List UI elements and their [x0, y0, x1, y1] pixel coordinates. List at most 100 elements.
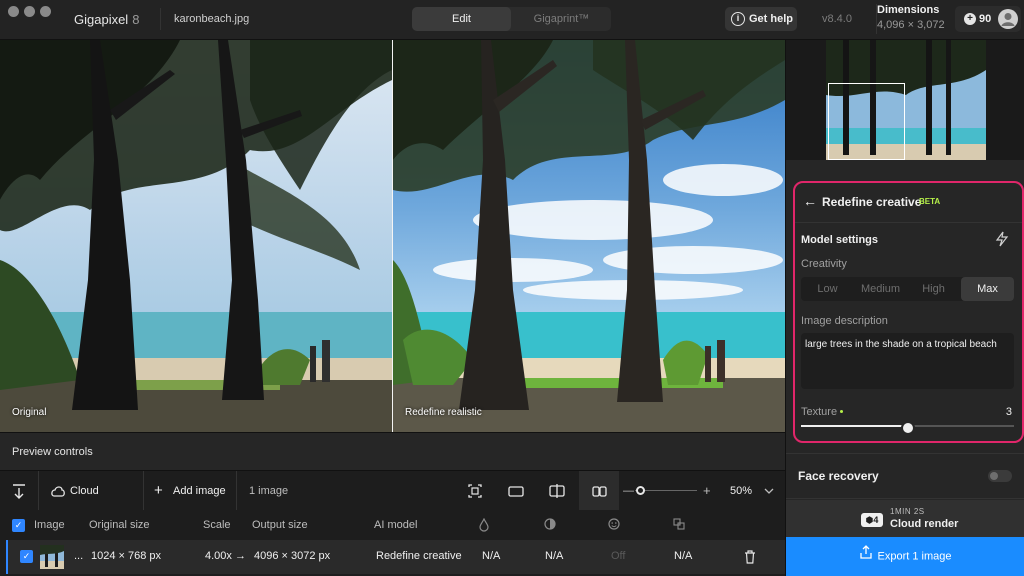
cell-scale: 4.00x → — [205, 550, 246, 562]
enhanced-image — [393, 40, 785, 432]
credits-button[interactable]: + 90 — [955, 6, 1021, 32]
cloud-credits-badge: ⬢4 — [861, 513, 883, 527]
cell-original-size: 1024 × 768 px — [91, 550, 162, 562]
app-name: Gigapixel — [74, 12, 129, 27]
texture-label: Texture — [801, 406, 838, 418]
cell-layers: N/A — [674, 550, 693, 562]
creativity-medium[interactable]: Medium — [854, 277, 907, 301]
divider — [160, 8, 161, 30]
texture-slider-thumb[interactable] — [900, 421, 915, 435]
panel-title: Redefine creative — [822, 195, 922, 209]
divider — [38, 471, 39, 511]
focus-frame-icon — [468, 484, 482, 498]
add-image-button[interactable]: + Add image — [154, 471, 226, 511]
col-scale: Scale — [203, 519, 231, 531]
cloud-queue-button[interactable]: Cloud queue — [50, 471, 132, 537]
zoom-thumb[interactable] — [636, 486, 645, 495]
face-recovery-row[interactable]: Face recovery — [786, 453, 1024, 499]
chevron-down-icon[interactable] — [764, 471, 774, 511]
toggle-knob — [990, 472, 998, 480]
zoom-level[interactable]: 50% — [730, 471, 752, 511]
tab-edit[interactable]: Edit — [412, 7, 511, 31]
zoom-out-icon[interactable]: — — [623, 471, 634, 511]
zoom-slider[interactable]: — + — [623, 471, 713, 511]
split-view-icon — [549, 484, 565, 498]
texture-indicator — [840, 410, 843, 413]
minimize-window-button[interactable] — [24, 6, 35, 17]
fit-view-button[interactable] — [468, 471, 484, 511]
cloud-icon — [51, 486, 65, 497]
creativity-max[interactable]: Max — [961, 277, 1014, 301]
face-recovery-label: Face recovery — [798, 469, 879, 483]
original-image — [0, 40, 392, 432]
cell-denoise: N/A — [482, 550, 501, 562]
close-window-button[interactable] — [8, 6, 19, 17]
plus-icon: + — [964, 13, 976, 25]
app-title: Gigapixel 8 — [74, 12, 139, 27]
zoom-window-button[interactable] — [40, 6, 51, 17]
cell-sharpen: N/A — [545, 550, 564, 562]
creativity-high[interactable]: High — [907, 277, 960, 301]
settings-panel: ← Redefine creative BETA Model settings … — [785, 40, 1024, 576]
face-recovery-toggle[interactable] — [988, 470, 1012, 482]
navigator-image — [786, 40, 1024, 160]
download-icon — [13, 484, 25, 499]
side-by-side-view-button[interactable] — [579, 471, 619, 511]
table-row[interactable]: ✓ ... 1024 × 768 px 4.00x → 4096 × 3072 … — [6, 540, 785, 574]
enhanced-preview[interactable]: Redefine realistic — [393, 40, 785, 432]
credit-count: 90 — [979, 13, 992, 25]
panel-header: ← Redefine creative BETA — [795, 183, 1022, 223]
layers-icon — [673, 518, 685, 530]
image-thumbnail[interactable] — [40, 545, 64, 569]
navigator-thumbnail[interactable] — [786, 40, 1024, 160]
model-settings-title: Model settings — [801, 234, 879, 246]
image-description-input[interactable]: large trees in the shade on a tropical b… — [801, 333, 1014, 389]
get-help-button[interactable]: i Get help — [725, 7, 797, 31]
texture-value: 3 — [1005, 406, 1012, 418]
dimensions-info: Dimensions 4,096 × 3,072 — [876, 4, 952, 34]
select-all-checkbox[interactable]: ✓ — [12, 519, 25, 532]
preview-controls-header[interactable]: Preview controls — [0, 432, 785, 470]
navigator-viewport[interactable] — [828, 83, 905, 160]
avatar[interactable] — [998, 9, 1018, 29]
cloud-render-time: 1MIN 2S — [890, 507, 925, 516]
single-view-icon — [508, 486, 524, 497]
divider — [236, 471, 237, 511]
preview-area[interactable]: Original Redefine realistic — [0, 40, 785, 432]
creativity-low[interactable]: Low — [801, 277, 854, 301]
cloud-credits-count: 4 — [873, 515, 879, 525]
dimensions-value: 4,096 × 3,072 — [877, 19, 945, 31]
cloud-render-label: Cloud render — [890, 518, 959, 530]
original-label: Original — [12, 407, 47, 418]
redefine-creative-panel: ← Redefine creative BETA Model settings … — [793, 181, 1024, 443]
single-view-button[interactable] — [508, 471, 524, 511]
info-icon: i — [731, 12, 745, 26]
row-checkbox[interactable]: ✓ — [20, 550, 33, 563]
texture-slider[interactable] — [801, 421, 1014, 435]
zoom-in-icon[interactable]: + — [703, 471, 711, 511]
image-count: 1 image — [249, 485, 289, 497]
col-image: Image — [34, 519, 65, 531]
dimensions-label: Dimensions — [877, 4, 940, 16]
share-icon — [859, 537, 872, 576]
original-preview[interactable]: Original — [0, 40, 392, 432]
face-icon — [608, 518, 620, 530]
split-view-button[interactable] — [549, 471, 565, 511]
cell-ai-model: Redefine creative — [376, 550, 462, 562]
image-table-header: ✓ Image Original size Scale Output size … — [0, 510, 785, 540]
app-major-version: 8 — [132, 12, 140, 27]
enhanced-label: Redefine realistic — [405, 407, 482, 418]
import-button[interactable] — [12, 471, 28, 511]
droplet-icon — [479, 518, 489, 532]
cloud-render-button[interactable]: ⬢4 1MIN 2S Cloud render — [786, 500, 1024, 537]
export-button[interactable]: Export 1 image — [786, 537, 1024, 576]
bottom-toolbar: Cloud queue + Add image 1 image — + 50% — [0, 470, 785, 537]
file-name: karonbeach.jpg — [174, 13, 250, 25]
side-by-side-icon — [592, 486, 607, 497]
tab-gigaprint[interactable]: Gigaprint™ — [512, 7, 611, 31]
lightning-icon[interactable] — [995, 231, 1009, 247]
creativity-label: Creativity — [801, 258, 847, 270]
trash-icon[interactable] — [744, 550, 756, 564]
back-arrow-icon[interactable]: ← — [803, 193, 817, 209]
beta-badge: BETA — [919, 197, 941, 206]
